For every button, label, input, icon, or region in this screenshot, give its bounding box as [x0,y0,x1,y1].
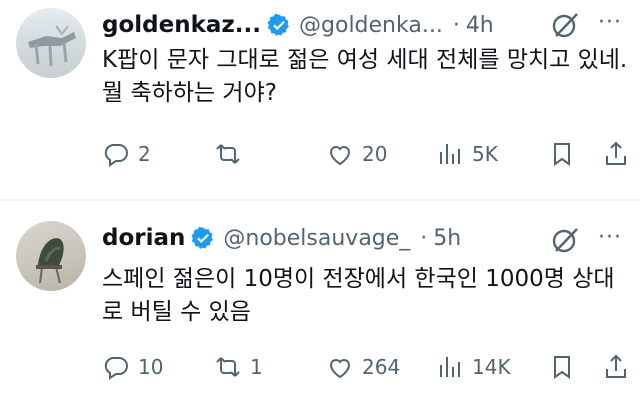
views-icon [440,144,460,164]
bookmark-button[interactable] [548,140,576,168]
reply-count: 10 [138,355,164,379]
bookmark-button[interactable] [548,353,576,381]
like-icon [329,146,351,166]
retweet-count: 1 [250,355,263,379]
views-button[interactable]: 14K [436,353,511,381]
like-button[interactable]: 264 [326,353,400,381]
reply-count: 2 [138,142,151,166]
retweet-button[interactable]: 1 [214,353,263,381]
tweet-text: 스페인 젊은이 10명이 전장에서 한국인 1000명 상대로 버틸 수 있음 [102,266,615,325]
tweet-text: K팝이 문자 그대로 젊은 여성 세대 전체를 망치고 있네. 뭘 축하하는 거… [102,47,628,106]
views-count: 5K [472,142,498,166]
action-bar: 2 20 5K [102,140,632,174]
timestamp[interactable]: 5h [433,226,461,251]
tweet-header: dorian @nobelsauvage_ · 5h [102,223,461,253]
share-icon [606,141,626,165]
reply-icon [104,144,128,167]
like-icon [329,359,351,379]
retweet-button[interactable] [214,140,250,168]
verified-badge-icon [267,13,291,37]
avatar[interactable] [16,8,86,78]
bookmark-icon [554,143,570,166]
views-icon [440,357,460,377]
reply-icon [104,357,128,380]
display-name[interactable]: dorian [102,225,185,251]
like-count: 20 [362,142,388,166]
tweet[interactable]: goldenkaz... @goldenka... · 4h ··· K팝이 문… [0,0,640,200]
grok-icon[interactable] [550,10,580,40]
views-count: 14K [472,355,511,379]
separator-dot: · [420,225,428,251]
bookmark-icon [554,356,570,379]
retweet-icon [216,357,240,377]
retweet-icon [216,144,240,164]
display-name[interactable]: goldenkaz... [102,12,261,38]
like-button[interactable]: 20 [326,140,387,168]
reply-button[interactable]: 2 [102,140,151,168]
reply-button[interactable]: 10 [102,353,163,381]
separator-dot: · [452,12,460,38]
avatar[interactable] [16,221,86,291]
user-handle[interactable]: @goldenka... [299,13,443,38]
views-button[interactable]: 5K [436,140,498,168]
tweet-header: goldenkaz... @goldenka... · 4h [102,10,494,40]
verified-badge-icon [191,226,215,250]
timestamp[interactable]: 4h [466,13,494,38]
share-button[interactable] [602,353,630,381]
share-icon [606,354,626,378]
more-options-icon[interactable]: ··· [598,225,622,250]
like-count: 264 [362,355,401,379]
share-button[interactable] [602,140,630,168]
more-options-icon[interactable]: ··· [598,10,622,35]
user-handle[interactable]: @nobelsauvage_ [223,226,410,251]
grok-icon[interactable] [550,225,580,255]
action-bar: 10 1 264 14K [102,353,632,387]
tweet[interactable]: dorian @nobelsauvage_ · 5h ··· 스페인 젊은이 1… [0,201,640,403]
